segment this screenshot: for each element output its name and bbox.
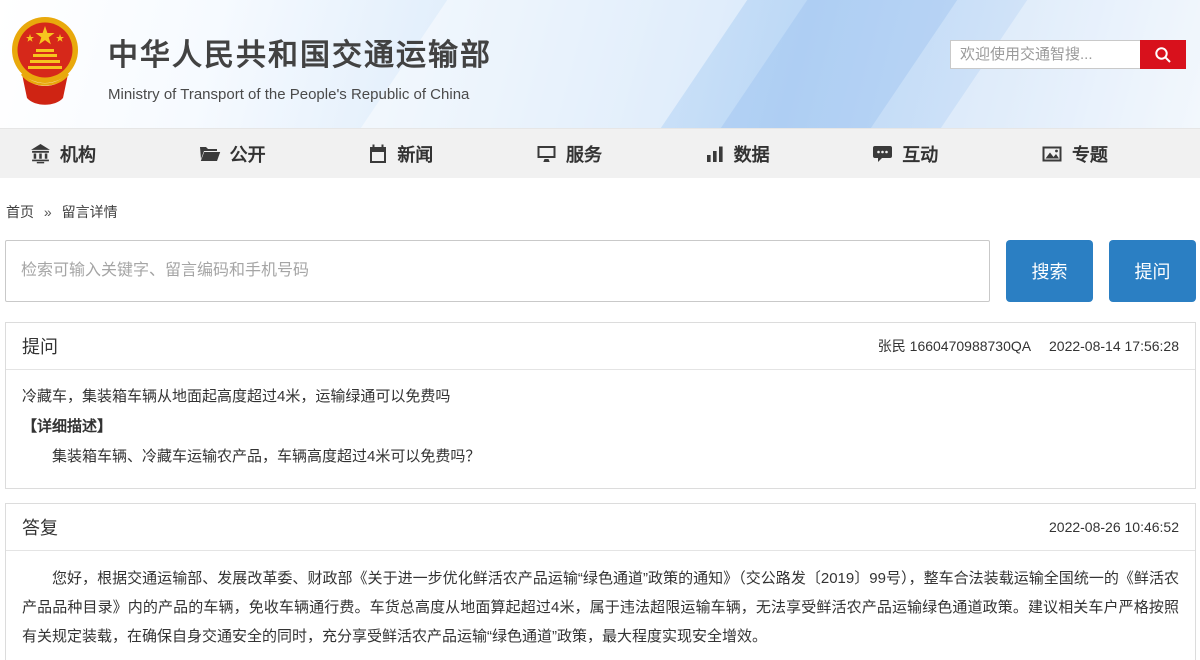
question-detail-label: 【详细描述】	[22, 412, 1179, 442]
folder-icon	[199, 144, 221, 164]
search-button[interactable]: 搜索	[1006, 240, 1093, 302]
nav-item-services[interactable]: 服务	[536, 141, 602, 167]
nav-item-interaction[interactable]: 互动	[872, 141, 938, 167]
breadcrumb-home[interactable]: 首页	[6, 204, 34, 220]
top-search-button[interactable]	[1140, 40, 1186, 69]
site-header: 中华人民共和国交通运输部 Ministry of Transport of th…	[0, 0, 1200, 128]
national-emblem-icon	[10, 14, 80, 108]
nav-label: 互动	[902, 141, 938, 167]
nav-label: 数据	[734, 141, 770, 167]
nav-label: 专题	[1072, 141, 1108, 167]
nav-item-institutions[interactable]: 机构	[30, 141, 96, 167]
question-author: 张民 1660470988730QA	[878, 338, 1031, 354]
question-body: 冷藏车，集装箱车辆从地面起高度超过4米，运输绿通可以免费吗 【详细描述】 集装箱…	[6, 370, 1195, 488]
answer-body: 您好，根据交通运输部、发展改革委、财政部《关于进一步优化鲜活农产品运输“绿色通道…	[6, 551, 1195, 659]
nav-item-topics[interactable]: 专题	[1041, 141, 1108, 167]
picture-icon	[1041, 144, 1063, 164]
site-title: 中华人民共和国交通运输部	[108, 30, 492, 74]
ask-button[interactable]: 提问	[1109, 240, 1196, 302]
answer-section: 答复 2022-08-26 10:46:52 您好，根据交通运输部、发展改革委、…	[5, 503, 1196, 660]
nav-item-news[interactable]: 新闻	[368, 141, 433, 167]
top-search-input[interactable]	[950, 40, 1140, 69]
breadcrumb-separator: »	[44, 204, 52, 220]
nav-label: 新闻	[397, 141, 433, 167]
answer-header: 答复 2022-08-26 10:46:52	[6, 504, 1195, 551]
message-search-bar: 搜索 提问	[5, 240, 1196, 302]
question-summary: 冷藏车，集装箱车辆从地面起高度超过4米，运输绿通可以免费吗	[22, 382, 1179, 412]
search-icon	[1153, 45, 1173, 65]
breadcrumb: 首页 » 留言详情	[0, 178, 1200, 238]
nav-label: 机构	[60, 141, 96, 167]
brand: 中华人民共和国交通运输部 Ministry of Transport of th…	[10, 14, 492, 108]
bar-chart-icon	[705, 144, 725, 164]
speech-bubble-icon	[872, 144, 893, 164]
question-time: 2022-08-14 17:56:28	[1049, 338, 1179, 354]
breadcrumb-current: 留言详情	[62, 204, 118, 220]
answer-title: 答复	[22, 514, 58, 540]
nav-label: 公开	[230, 141, 266, 167]
question-section: 提问 张民 1660470988730QA 2022-08-14 17:56:2…	[5, 322, 1196, 489]
message-search-input[interactable]	[5, 240, 990, 302]
question-detail: 集装箱车辆、冷藏车运输农产品，车辆高度超过4米可以免费吗？	[22, 442, 1179, 472]
bank-icon	[30, 143, 51, 164]
calendar-icon	[368, 144, 388, 164]
top-search	[950, 40, 1186, 69]
question-meta: 张民 1660470988730QA 2022-08-14 17:56:28	[878, 336, 1179, 356]
main-nav: 机构 公开 新闻 服务 数据	[0, 128, 1200, 178]
question-header: 提问 张民 1660470988730QA 2022-08-14 17:56:2…	[6, 323, 1195, 370]
nav-item-data[interactable]: 数据	[705, 141, 770, 167]
nav-item-disclosure[interactable]: 公开	[199, 141, 266, 167]
question-title: 提问	[22, 333, 58, 359]
monitor-icon	[536, 144, 557, 164]
answer-time: 2022-08-26 10:46:52	[1049, 519, 1179, 535]
nav-label: 服务	[566, 141, 602, 167]
site-subtitle: Ministry of Transport of the People's Re…	[108, 86, 492, 103]
